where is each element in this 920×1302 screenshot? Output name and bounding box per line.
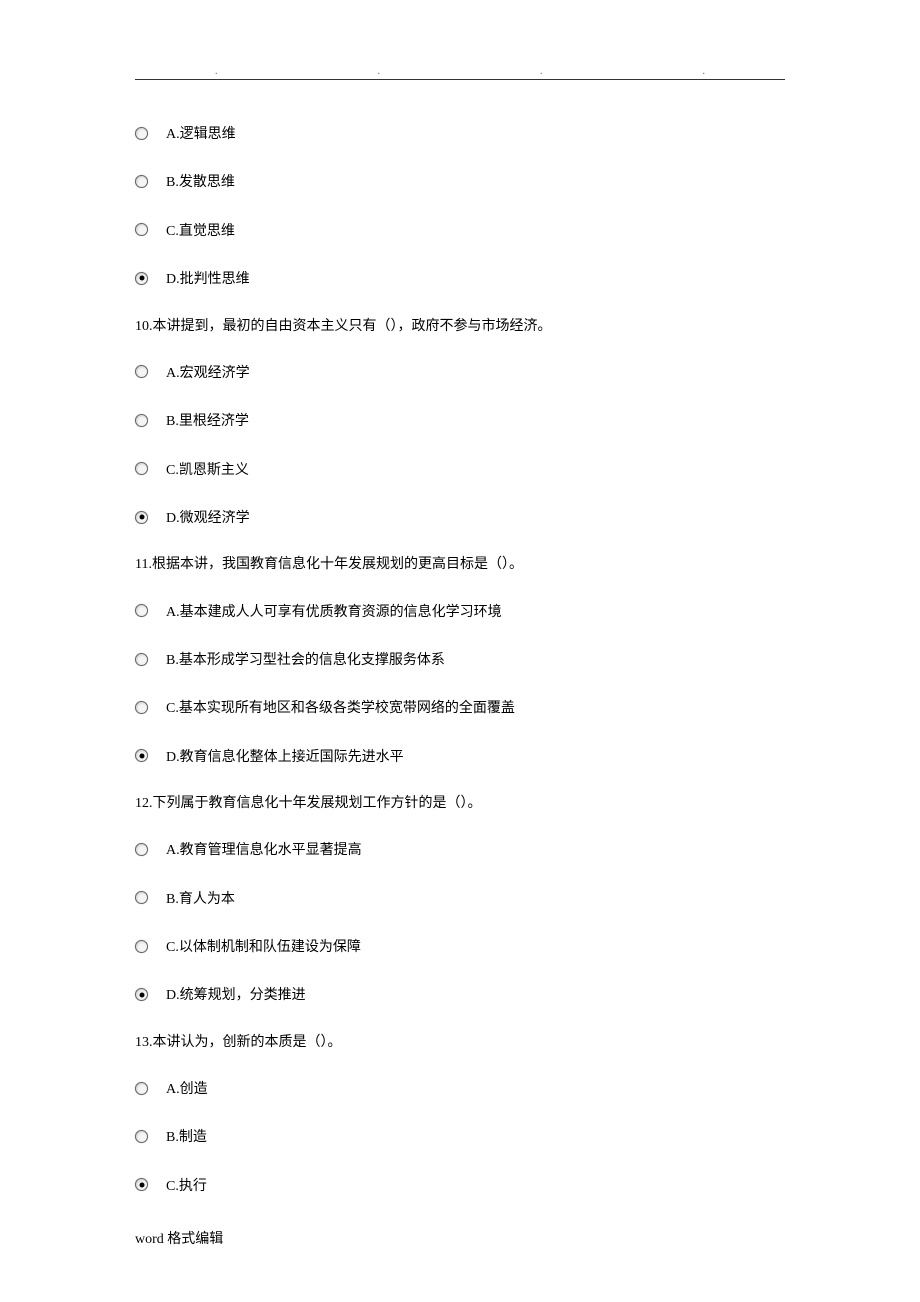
radio-button[interactable] (135, 940, 148, 953)
option-row: C.直觉思维 (135, 217, 785, 243)
option-label: B.基本形成学习型社会的信息化支撑服务体系 (166, 646, 445, 672)
option-label: C.执行 (166, 1172, 207, 1198)
option-label: D.微观经济学 (166, 504, 250, 530)
header-separator: . . . . (135, 60, 785, 80)
header-dot: . (703, 66, 706, 77)
radio-button[interactable] (135, 1130, 148, 1143)
option-label: D.统筹规划，分类推进 (166, 981, 306, 1007)
radio-button[interactable] (135, 223, 148, 236)
option-row: B.基本形成学习型社会的信息化支撑服务体系 (135, 646, 785, 672)
header-dot: . (215, 66, 218, 77)
radio-button[interactable] (135, 414, 148, 427)
option-label: B.制造 (166, 1123, 207, 1149)
option-label: B.里根经济学 (166, 407, 249, 433)
option-row: C.以体制机制和队伍建设为保障 (135, 933, 785, 959)
radio-button[interactable] (135, 272, 148, 285)
option-row: B.制造 (135, 1123, 785, 1149)
option-label: A.逻辑思维 (166, 120, 236, 146)
question-text: 13.本讲认为，创新的本质是（）。 (135, 1030, 785, 1055)
option-row: B.育人为本 (135, 885, 785, 911)
radio-button[interactable] (135, 511, 148, 524)
option-label: A.教育管理信息化水平显著提高 (166, 836, 362, 862)
option-row: A.创造 (135, 1075, 785, 1101)
option-label: D.教育信息化整体上接近国际先进水平 (166, 743, 404, 769)
radio-button[interactable] (135, 175, 148, 188)
option-label: C.基本实现所有地区和各级各类学校宽带网络的全面覆盖 (166, 694, 515, 720)
radio-button[interactable] (135, 365, 148, 378)
option-row: A.逻辑思维 (135, 120, 785, 146)
radio-button[interactable] (135, 988, 148, 1001)
option-label: C.直觉思维 (166, 217, 235, 243)
questions-container: A.逻辑思维 B.发散思维 C.直觉思维 D.批判性思维 10.本讲提到，最初的自由资本… (135, 120, 785, 1198)
option-row: C.凯恩斯主义 (135, 456, 785, 482)
question-text: 12.下列属于教育信息化十年发展规划工作方针的是（）。 (135, 791, 785, 816)
option-row: D.统筹规划，分类推进 (135, 981, 785, 1007)
radio-button[interactable] (135, 843, 148, 856)
header-dots-row: . . . . (135, 66, 785, 77)
question-text: 11.根据本讲，我国教育信息化十年发展规划的更高目标是（）。 (135, 552, 785, 577)
radio-button[interactable] (135, 604, 148, 617)
option-label: B.发散思维 (166, 168, 235, 194)
option-label: D.批判性思维 (166, 265, 250, 291)
document-page: . . . . A.逻辑思维 B.发散思维 C.直觉思维 D.批判性思维 10.本讲提到… (0, 0, 920, 1278)
radio-button[interactable] (135, 891, 148, 904)
radio-button[interactable] (135, 1178, 148, 1191)
option-row: D.教育信息化整体上接近国际先进水平 (135, 743, 785, 769)
radio-button[interactable] (135, 749, 148, 762)
radio-button[interactable] (135, 127, 148, 140)
radio-button[interactable] (135, 653, 148, 666)
option-row: B.里根经济学 (135, 407, 785, 433)
option-label: C.以体制机制和队伍建设为保障 (166, 933, 361, 959)
option-label: A.宏观经济学 (166, 359, 250, 385)
radio-button[interactable] (135, 462, 148, 475)
option-row: A.教育管理信息化水平显著提高 (135, 836, 785, 862)
option-label: C.凯恩斯主义 (166, 456, 249, 482)
option-row: C.基本实现所有地区和各级各类学校宽带网络的全面覆盖 (135, 694, 785, 720)
footer-text: word 格式编辑 (135, 1228, 785, 1248)
option-row: B.发散思维 (135, 168, 785, 194)
option-row: D.微观经济学 (135, 504, 785, 530)
header-dot: . (540, 66, 543, 77)
option-label: A.创造 (166, 1075, 208, 1101)
option-row: A.宏观经济学 (135, 359, 785, 385)
radio-button[interactable] (135, 1082, 148, 1095)
question-text: 10.本讲提到，最初的自由资本主义只有（），政府不参与市场经济。 (135, 314, 785, 339)
option-row: C.执行 (135, 1172, 785, 1198)
option-row: D.批判性思维 (135, 265, 785, 291)
header-dot: . (378, 66, 381, 77)
option-label: A.基本建成人人可享有优质教育资源的信息化学习环境 (166, 598, 502, 624)
option-label: B.育人为本 (166, 885, 235, 911)
option-row: A.基本建成人人可享有优质教育资源的信息化学习环境 (135, 598, 785, 624)
radio-button[interactable] (135, 701, 148, 714)
